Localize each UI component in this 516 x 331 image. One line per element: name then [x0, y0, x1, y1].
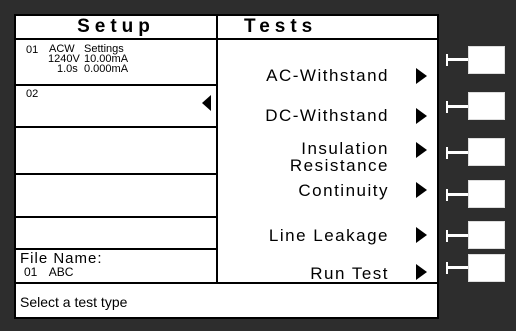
slot-current-low: 0.000mA — [84, 63, 129, 75]
instrument-display: Setup Tests 01 ACW Settings 1240V 10.00m… — [14, 14, 439, 319]
column-divider — [216, 16, 218, 284]
ac-withstand-arrow-icon — [416, 68, 427, 84]
softkey-4[interactable] — [468, 180, 505, 208]
insulation-resistance-arrow-icon — [416, 142, 427, 158]
slot-number: 01 — [26, 44, 39, 56]
test-line-leakage[interactable]: Line Leakage — [269, 227, 389, 244]
softkey-connector — [446, 58, 470, 61]
test-ac-withstand[interactable]: AC-Withstand — [266, 67, 389, 84]
softkey-connector — [446, 234, 470, 237]
file-name: ABC — [48, 265, 74, 279]
test-insulation-resistance-line2: Resistance — [289, 156, 389, 175]
slot-05[interactable] — [18, 218, 214, 248]
softkey-5[interactable] — [468, 221, 505, 249]
test-insulation-resistance-line1: Insulation — [301, 139, 389, 158]
slot-01[interactable]: 01 ACW Settings 1240V 10.00mA 1.0s 0.000… — [18, 41, 214, 84]
test-insulation-resistance[interactable]: Insulation Resistance — [290, 140, 389, 174]
test-dc-withstand[interactable]: DC-Withstand — [265, 107, 389, 124]
status-message: Select a test type — [20, 294, 128, 310]
test-run-test[interactable]: Run Test — [310, 265, 389, 282]
slot-02[interactable]: 02 — [18, 86, 214, 126]
softkey-connector — [446, 151, 470, 154]
file-name-label: File Name: — [20, 250, 103, 267]
file-name-value: 01 ABC — [24, 266, 73, 278]
continuity-arrow-icon — [416, 182, 427, 198]
file-number: 01 — [24, 265, 38, 279]
status-divider — [16, 282, 437, 284]
dc-withstand-arrow-icon — [416, 108, 427, 124]
slot-number: 02 — [26, 88, 39, 100]
header-divider — [16, 38, 437, 40]
softkey-connector — [446, 266, 470, 269]
line-leakage-arrow-icon — [416, 227, 427, 243]
setup-header: Setup — [77, 16, 155, 37]
test-continuity[interactable]: Continuity — [298, 182, 389, 199]
slot-03[interactable] — [18, 128, 214, 173]
softkey-6[interactable] — [468, 254, 505, 282]
slot-time: 1.0s — [57, 63, 78, 75]
selected-slot-arrow-icon — [202, 95, 211, 111]
softkey-1[interactable] — [468, 46, 505, 74]
softkey-connector — [446, 193, 470, 196]
slot-04[interactable] — [18, 175, 214, 216]
tests-header: Tests — [244, 16, 318, 37]
softkey-connector — [446, 105, 470, 108]
run-test-arrow-icon — [416, 264, 427, 280]
softkey-2[interactable] — [468, 92, 505, 120]
softkey-3[interactable] — [468, 138, 505, 166]
